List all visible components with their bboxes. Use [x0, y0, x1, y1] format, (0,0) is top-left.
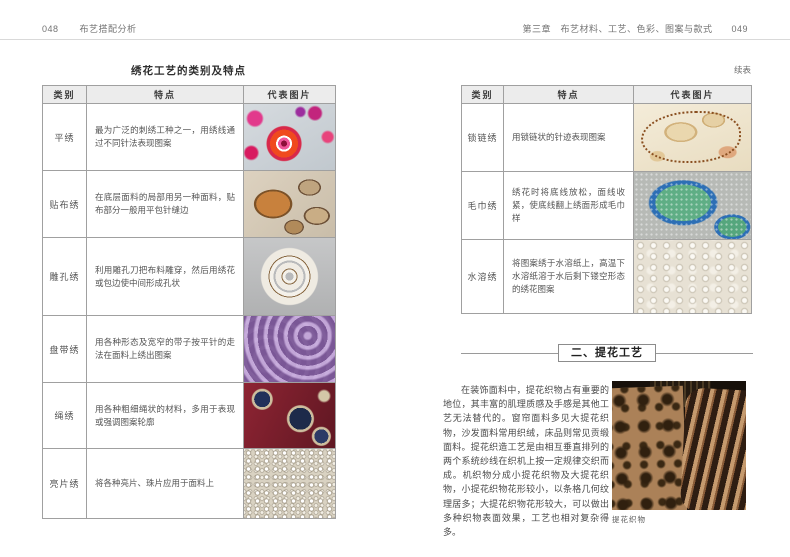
col-header-image: 代表图片 [634, 86, 752, 104]
table-row: 水溶绣 将图案绣于水溶纸上，高温下水溶纸溶于水后剩下镂空形态的绣花图案 [462, 240, 752, 314]
table-row: 贴布绣 在底层面料的局部用另一种面料，贴布部分一般用平包针缝边 [43, 171, 336, 238]
category-cell: 贴布绣 [43, 171, 87, 238]
ribbon-embroidery-image [244, 316, 335, 382]
table-header-row: 类别 特点 代表图片 [462, 86, 752, 104]
table-row: 亮片绣 将各种亮片、珠片应用于面料上 [43, 449, 336, 519]
category-cell: 绳绣 [43, 383, 87, 449]
table-row: 毛巾绣 绣花时将底线放松，面线收紧，使底线翻上绣面形成毛巾样 [462, 172, 752, 240]
section-heading-jacquard: 二、提花工艺 [461, 344, 753, 362]
table-title: 绣花工艺的类别及特点 [42, 63, 335, 78]
table-row: 盘带绣 用各种形态及宽窄的带子按平针的走法在面料上绣出图案 [43, 316, 336, 383]
col-header-image: 代表图片 [244, 86, 336, 104]
page-number-left: 048 [42, 24, 59, 34]
category-cell: 水溶绣 [462, 240, 504, 314]
table-row: 绳绣 用各种粗细绳状的材料，多用于表现或强调图案轮廓 [43, 383, 336, 449]
figure-caption: 提花织物 [612, 514, 646, 525]
flat-embroidery-image [244, 104, 335, 170]
sequin-embroidery-image [244, 449, 335, 518]
continued-table-label: 续表 [461, 64, 751, 76]
feature-cell: 绣花时将底线放松，面线收紧，使底线翻上绣面形成毛巾样 [504, 172, 634, 240]
feature-cell: 用各种形态及宽窄的带子按平针的走法在面料上绣出图案 [87, 316, 244, 383]
page-number-right: 049 [731, 24, 748, 34]
feature-cell: 在底层面料的局部用另一种面料，贴布部分一般用平包针缝边 [87, 171, 244, 238]
category-cell: 亮片绣 [43, 449, 87, 519]
category-cell: 盘带绣 [43, 316, 87, 383]
col-header-category: 类别 [462, 86, 504, 104]
col-header-category: 类别 [43, 86, 87, 104]
col-header-feature: 特点 [504, 86, 634, 104]
category-cell: 平绣 [43, 104, 87, 171]
damask-fabric-swatch [612, 386, 688, 510]
jacquard-paragraph: 在装饰面料中，提花织物占有重要的地位，其丰富的肌理质感及手感是其他工艺无法替代的… [443, 383, 609, 539]
chain-stitch-embroidery-image [634, 104, 751, 171]
embroidery-table-right: 类别 特点 代表图片 锁链绣 用锁链状的针迹表现图案 毛巾绣 绣花时将底线放松，… [461, 85, 752, 314]
feature-cell: 将各种亮片、珠片应用于面料上 [87, 449, 244, 519]
book-spread: 048 布艺搭配分析 第三章 布艺材料、工艺、色彩、图案与款式 049 绣花工艺… [0, 0, 790, 557]
table-row: 雕孔绣 利用雕孔刀把布料雕穿，然后用绣花或包边使中间形成孔状 [43, 238, 336, 316]
striped-fabric-swatch [680, 387, 746, 510]
running-title-left: 布艺搭配分析 [80, 24, 137, 34]
feature-cell: 将图案绣于水溶纸上，高温下水溶纸溶于水后剩下镂空形态的绣花图案 [504, 240, 634, 314]
category-cell: 锁链绣 [462, 104, 504, 172]
table-row: 平绣 最为广泛的刺绣工种之一，用绣线通过不同针法表现图案 [43, 104, 336, 171]
table-header-row: 类别 特点 代表图片 [43, 86, 336, 104]
towel-stitch-embroidery-image [634, 172, 751, 239]
feature-cell: 利用雕孔刀把布料雕穿，然后用绣花或包边使中间形成孔状 [87, 238, 244, 316]
feature-cell: 用各种粗细绳状的材料，多用于表现或强调图案轮廓 [87, 383, 244, 449]
jacquard-fabric-photo [612, 381, 746, 510]
applique-embroidery-image [244, 171, 335, 237]
feature-cell: 最为广泛的刺绣工种之一，用绣线通过不同针法表现图案 [87, 104, 244, 171]
header-divider [0, 39, 790, 40]
water-soluble-lace-image [634, 240, 751, 313]
table-row: 锁链绣 用锁链状的针迹表现图案 [462, 104, 752, 172]
cutwork-embroidery-image [244, 238, 335, 315]
cord-embroidery-image [244, 383, 335, 448]
category-cell: 毛巾绣 [462, 172, 504, 240]
chapter-title: 第三章 布艺材料、工艺、色彩、图案与款式 [522, 24, 712, 34]
embroidery-table-left: 类别 特点 代表图片 平绣 最为广泛的刺绣工种之一，用绣线通过不同针法表现图案 … [42, 85, 336, 519]
running-header-right: 第三章 布艺材料、工艺、色彩、图案与款式 049 [522, 22, 748, 35]
col-header-feature: 特点 [87, 86, 244, 104]
category-cell: 雕孔绣 [43, 238, 87, 316]
section-heading-box: 二、提花工艺 [558, 344, 656, 362]
running-header-left: 048 布艺搭配分析 [42, 22, 137, 35]
feature-cell: 用锁链状的针迹表现图案 [504, 104, 634, 172]
